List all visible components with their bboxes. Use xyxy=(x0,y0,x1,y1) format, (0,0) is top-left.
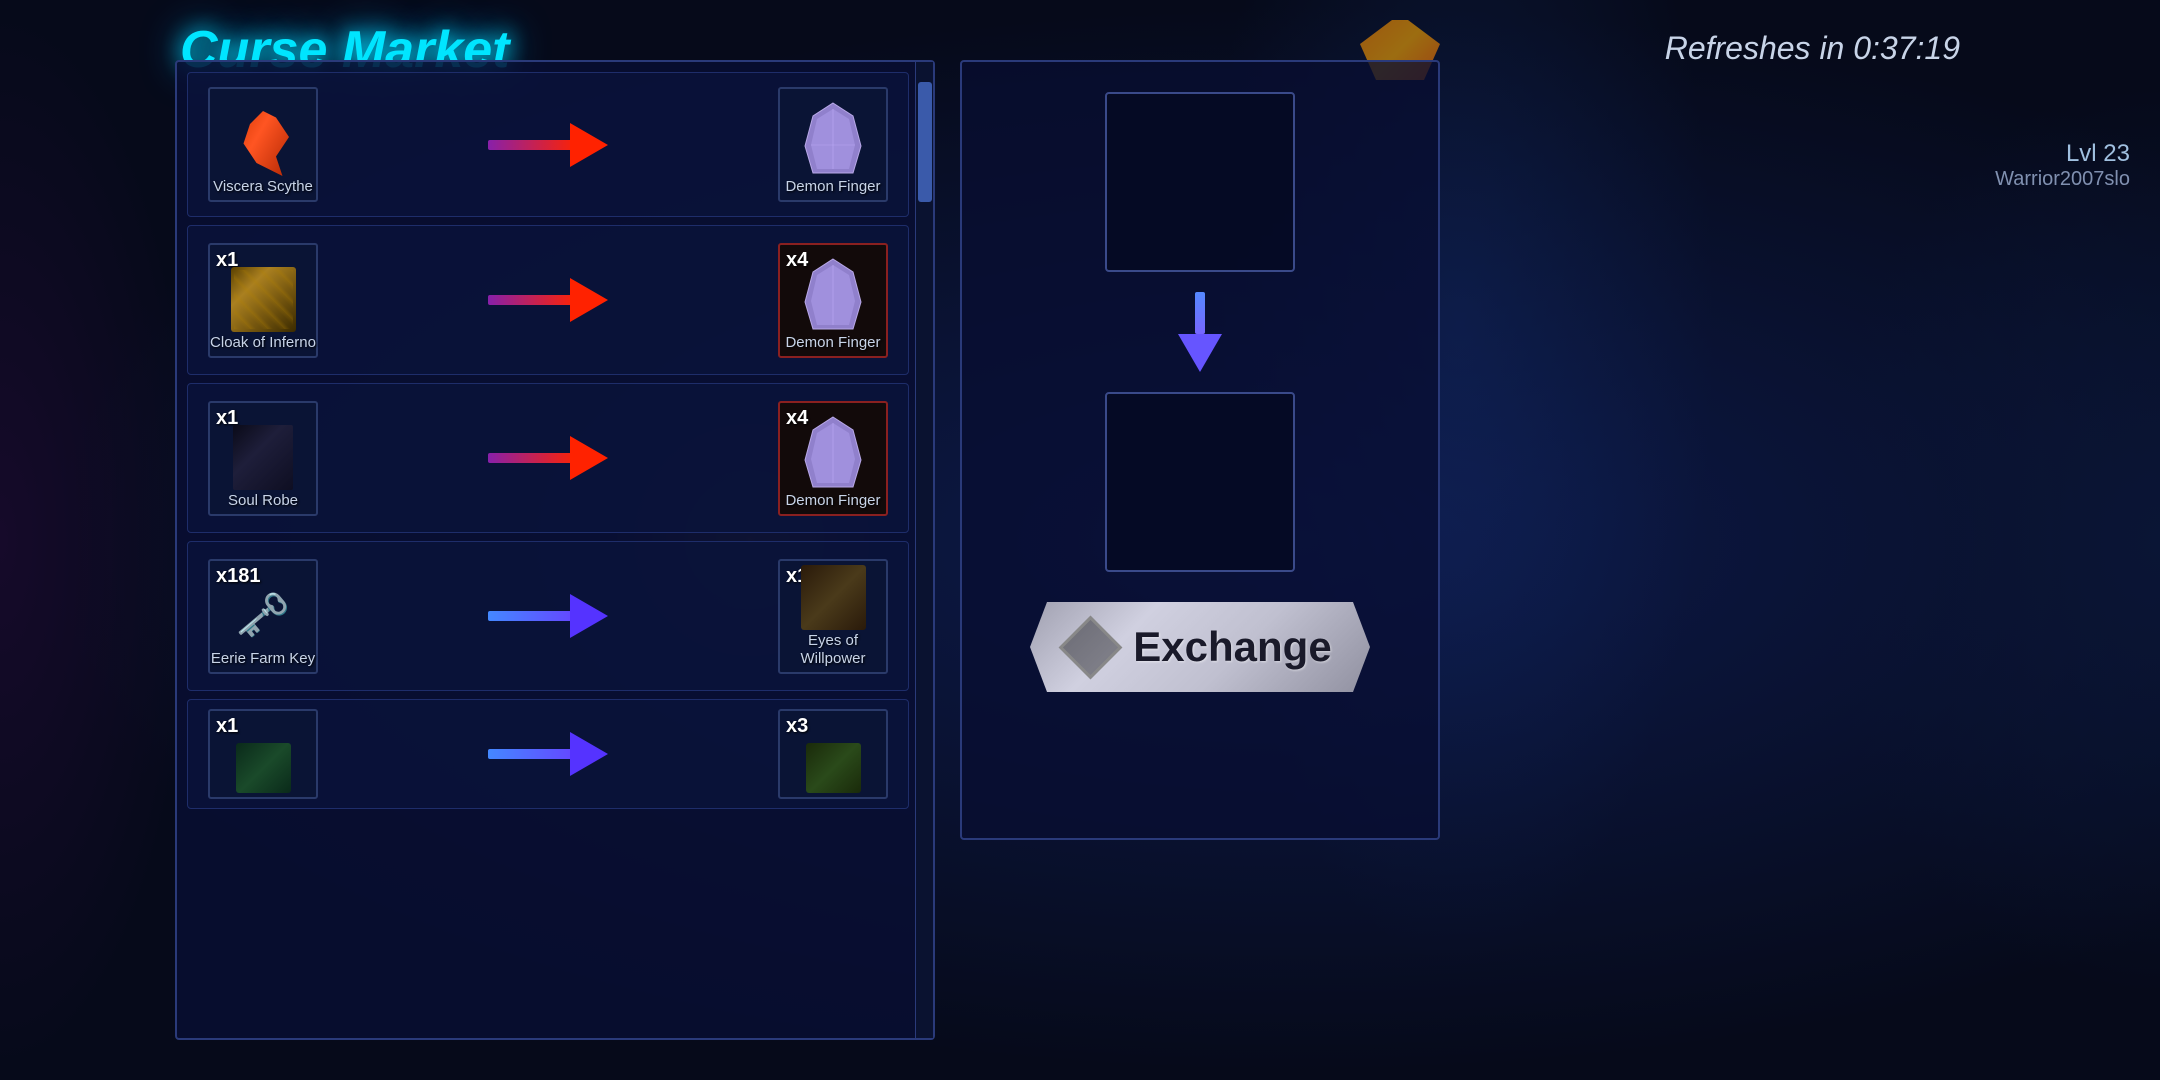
demon-finger-icon xyxy=(803,257,863,332)
last-to-icon xyxy=(806,743,861,793)
trade-list: Viscera Scythe Demon Finger x1 Cloak o xyxy=(177,62,933,819)
from-item-qty: x1 xyxy=(216,715,238,738)
to-item-slot[interactable]: Demon Finger xyxy=(778,87,888,202)
scrollbar[interactable] xyxy=(915,62,933,1038)
bg-left-glow xyxy=(0,0,200,1080)
trade-arrow-container xyxy=(318,438,778,478)
blue-arrow-icon xyxy=(488,734,608,774)
from-item-label: Viscera Scythe xyxy=(213,178,313,196)
soul-robe-icon xyxy=(233,425,293,490)
exchange-label: Exchange xyxy=(1133,623,1331,671)
from-item-label: Eerie Farm Key xyxy=(211,650,315,668)
from-item-label: Soul Robe xyxy=(228,492,298,510)
from-item-slot[interactable]: Viscera Scythe xyxy=(208,87,318,202)
demon-finger-icon xyxy=(803,415,863,490)
trade-arrow-container xyxy=(318,125,778,165)
from-item-slot[interactable]: x1 Cloak of Inferno xyxy=(208,243,318,358)
trade-row[interactable]: x1 Soul Robe x4 Demon Finger xyxy=(187,383,909,533)
blue-arrow-icon xyxy=(488,596,608,636)
trade-arrow-container xyxy=(318,596,778,636)
exchange-button[interactable]: Exchange xyxy=(1030,602,1370,692)
trade-arrow-container xyxy=(318,280,778,320)
from-item-slot[interactable]: x181 🗝️ Eerie Farm Key xyxy=(208,559,318,674)
to-item-label: Demon Finger xyxy=(785,178,880,196)
trade-panel: Viscera Scythe Demon Finger x1 Cloak o xyxy=(175,60,935,1040)
trade-row[interactable]: x1 x3 xyxy=(187,699,909,809)
trade-row[interactable]: Viscera Scythe Demon Finger xyxy=(187,72,909,217)
from-item-slot[interactable]: x1 Soul Robe xyxy=(208,401,318,516)
trade-row[interactable]: x181 🗝️ Eerie Farm Key x1 Eyes of Willpo… xyxy=(187,541,909,691)
eerie-farm-key-icon: 🗝️ xyxy=(236,583,291,648)
trade-row[interactable]: x1 Cloak of Inferno x4 Demon Finger xyxy=(187,225,909,375)
to-item-label: Demon Finger xyxy=(785,334,880,352)
cloak-inferno-icon xyxy=(231,267,296,332)
exchange-diamond-icon xyxy=(1059,615,1123,679)
to-item-slot[interactable]: x1 Eyes of Willpower xyxy=(778,559,888,674)
to-item-slot[interactable]: x4 Demon Finger xyxy=(778,401,888,516)
to-item-label: Eyes of Willpower xyxy=(780,632,886,668)
red-arrow-icon xyxy=(488,438,608,478)
to-item-qty: x3 xyxy=(786,715,808,738)
refresh-timer: Refreshes in 0:37:19 xyxy=(1665,30,1960,67)
down-arrow-icon xyxy=(1180,292,1220,372)
eyes-willpower-icon xyxy=(801,565,866,630)
from-item-label: Cloak of Inferno xyxy=(210,334,316,352)
result-item-display[interactable] xyxy=(1105,392,1295,572)
red-arrow-icon xyxy=(488,280,608,320)
trade-arrow-container xyxy=(318,734,778,774)
right-panel: Exchange xyxy=(960,60,1440,840)
from-item-slot[interactable]: x1 xyxy=(208,709,318,799)
to-item-label: Demon Finger xyxy=(785,492,880,510)
player-info: Lvl 23 Warrior2007slo xyxy=(1995,140,2130,191)
demon-finger-icon xyxy=(803,101,863,176)
player-level: Lvl 23 xyxy=(1995,140,2130,168)
viscera-scythe-icon xyxy=(231,111,296,176)
player-name: Warrior2007slo xyxy=(1995,168,2130,191)
scrollbar-thumb[interactable] xyxy=(918,82,932,202)
to-item-slot[interactable]: x3 xyxy=(778,709,888,799)
red-arrow-icon xyxy=(488,125,608,165)
input-item-display[interactable] xyxy=(1105,92,1295,272)
last-from-icon xyxy=(236,743,291,793)
to-item-slot[interactable]: x4 Demon Finger xyxy=(778,243,888,358)
